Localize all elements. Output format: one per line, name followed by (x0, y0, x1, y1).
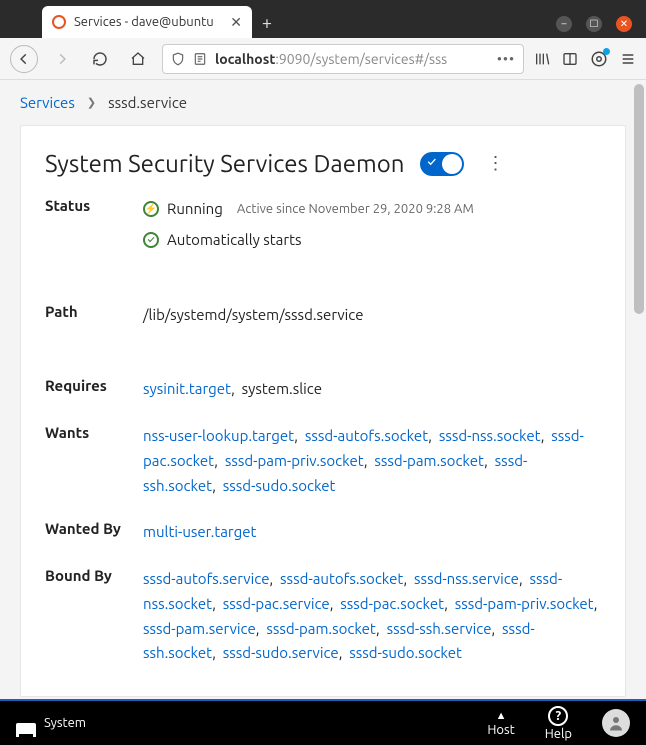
unit-link[interactable]: sssd-nss.service (414, 570, 519, 587)
browser-toolbar: localhost:9090/system/services#/sss ••• (0, 38, 646, 80)
reload-button[interactable] (86, 45, 114, 73)
unit-link[interactable]: multi-user.target (143, 523, 256, 540)
breadcrumb-services[interactable]: Services (20, 94, 75, 111)
row-status: Status ⚡ Running Active since November 2… (45, 197, 601, 253)
url-more-icon[interactable]: ••• (497, 51, 515, 67)
value-wants: nss-user-lookup.target, sssd-autofs.sock… (143, 424, 601, 498)
page-title-row: System Security Services Daemon ✓ ⋮ (45, 150, 601, 177)
address-bar[interactable]: localhost:9090/system/services#/sss ••• (162, 44, 524, 74)
shield-icon (171, 52, 185, 66)
window-maximize-button[interactable]: ☐ (586, 16, 602, 32)
chevron-up-icon: ▲ (496, 710, 507, 722)
nav-system-label[interactable]: System (44, 716, 86, 730)
window-close-button[interactable]: ✕ (616, 16, 632, 32)
unit-link[interactable]: nss-user-lookup.target (143, 427, 294, 444)
new-tab-button[interactable]: + (252, 8, 282, 38)
page-info-icon[interactable] (193, 52, 207, 66)
label-wants: Wants (45, 424, 143, 498)
kebab-menu-icon[interactable]: ⋮ (480, 153, 510, 174)
tab-close-icon[interactable]: ✕ (230, 14, 242, 31)
label-wantedby: Wanted By (45, 520, 143, 545)
unit-link[interactable]: sssd-autofs.socket (280, 570, 403, 587)
library-icon[interactable] (534, 51, 550, 67)
row-path: Path /lib/systemd/system/sssd.service (45, 303, 601, 328)
status-running: Running (167, 197, 223, 222)
bolt-icon: ⚡ (143, 201, 159, 217)
forward-button (48, 45, 76, 73)
unit-link[interactable]: sssd-pam-priv.socket (455, 595, 594, 612)
cockpit-favicon-icon (52, 15, 66, 29)
value-path: /lib/systemd/system/sssd.service (143, 303, 601, 328)
page-viewport: Services ❯ sssd.service System Security … (0, 80, 646, 699)
unit-link[interactable]: sssd-sudo.socket (349, 644, 462, 661)
url-text: localhost:9090/system/services#/sss (215, 51, 489, 67)
user-avatar[interactable] (602, 709, 630, 737)
row-boundby: Bound By sssd-autofs.service, sssd-autof… (45, 567, 601, 666)
unit-link[interactable]: sssd-autofs.socket (305, 427, 428, 444)
row-wantedby: Wanted By multi-user.target (45, 520, 601, 545)
nav-host[interactable]: ▲ Host (487, 710, 514, 737)
disk-icon (16, 723, 36, 737)
label-requires: Requires (45, 377, 143, 402)
unit-link[interactable]: sssd-ssh.service (387, 620, 492, 637)
status-autostart: Automatically starts (167, 228, 301, 253)
label-status: Status (45, 197, 143, 253)
help-icon: ? (548, 706, 568, 726)
window-minimize-button[interactable]: – (556, 16, 572, 32)
breadcrumb-current: sssd.service (108, 94, 187, 111)
label-path: Path (45, 303, 143, 328)
service-card: System Security Services Daemon ✓ ⋮ Stat… (20, 125, 626, 697)
nav-help[interactable]: ? Help (545, 706, 572, 741)
breadcrumb: Services ❯ sssd.service (0, 80, 646, 125)
unit-link[interactable]: sssd-pam.socket (374, 452, 484, 469)
scrollbar[interactable] (634, 84, 644, 314)
page-title: System Security Services Daemon (45, 150, 404, 177)
menu-icon[interactable] (620, 51, 636, 67)
back-button[interactable] (10, 45, 38, 73)
check-icon: ✓ (427, 156, 435, 169)
reader-icon[interactable] (562, 51, 578, 67)
nav-system[interactable] (16, 723, 36, 737)
status-since: Active since November 29, 2020 9:28 AM (237, 199, 474, 220)
window-titlebar: Services - dave@ubuntu ✕ + – ☐ ✕ (0, 0, 646, 38)
value-requires: sysinit.target, system.slice (143, 377, 601, 402)
value-boundby: sssd-autofs.service, sssd-autofs.socket,… (143, 567, 601, 666)
account-icon[interactable] (590, 50, 608, 68)
unit-link[interactable]: sssd-pam.service (143, 620, 256, 637)
unit-link[interactable]: sssd-pac.service (223, 595, 330, 612)
unit-link[interactable]: sysinit.target (143, 380, 231, 397)
check-circle-icon: ✓ (143, 232, 159, 248)
tab-title: Services - dave@ubuntu (74, 15, 222, 29)
toggle-knob (442, 154, 462, 174)
row-requires: Requires sysinit.target, system.slice (45, 377, 601, 402)
unit-link[interactable]: sssd-pam-priv.socket (225, 452, 364, 469)
window-controls: – ☐ ✕ (556, 16, 646, 38)
unit-link[interactable]: sssd-sudo.service (223, 644, 339, 661)
unit-link[interactable]: sssd-pam.socket (266, 620, 376, 637)
row-wants: Wants nss-user-lookup.target, sssd-autof… (45, 424, 601, 498)
value-wantedby: multi-user.target (143, 520, 601, 545)
unit-link[interactable]: sssd-nss.socket (439, 427, 541, 444)
unit-link[interactable]: sssd-sudo.socket (223, 477, 336, 494)
unit-link[interactable]: sssd-autofs.service (143, 570, 269, 587)
home-button[interactable] (124, 45, 152, 73)
unit-plain: system.slice (242, 380, 322, 397)
browser-tab[interactable]: Services - dave@ubuntu ✕ (42, 6, 252, 38)
service-toggle[interactable]: ✓ (420, 152, 464, 176)
bottom-bar: System ▲ Host ? Help (0, 699, 646, 745)
unit-link[interactable]: sssd-pac.socket (340, 595, 444, 612)
chevron-right-icon: ❯ (87, 96, 96, 109)
label-boundby: Bound By (45, 567, 143, 666)
